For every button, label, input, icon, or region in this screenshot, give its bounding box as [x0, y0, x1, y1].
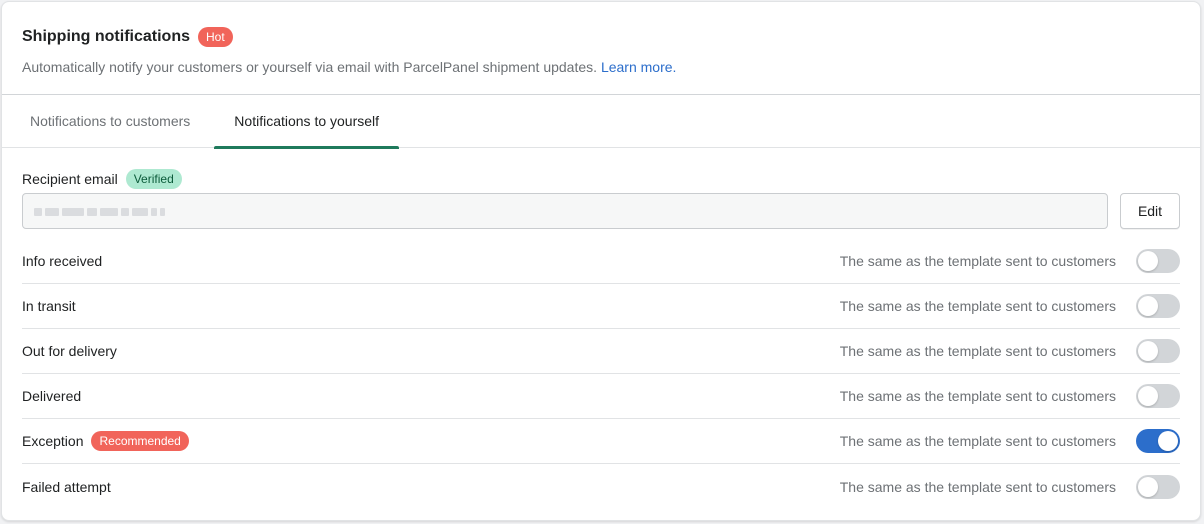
- recipient-email-field[interactable]: [22, 193, 1108, 229]
- tab-content: Recipient email Verified Edit Info recei…: [2, 148, 1200, 509]
- template-note: The same as the template sent to custome…: [839, 253, 1116, 269]
- notification-type-label: Exception: [22, 433, 84, 449]
- notification-tabs: Notifications to customers Notifications…: [2, 95, 1200, 149]
- notification-row: Out for delivery The same as the template…: [22, 329, 1180, 374]
- notification-row: Info received The same as the template se…: [22, 239, 1180, 284]
- toggle-knob: [1138, 476, 1158, 497]
- learn-more-link[interactable]: Learn more.: [601, 59, 676, 75]
- verified-badge: Verified: [125, 169, 182, 189]
- notification-row: Delivered The same as the template sent t…: [22, 374, 1180, 419]
- notification-row: Failed attempt The same as the template s…: [22, 464, 1180, 509]
- notification-row: In transit The same as the template sent …: [22, 284, 1180, 329]
- tab-notifications-to-customers[interactable]: Notifications to customers: [10, 95, 214, 148]
- recipient-email-label: Recipient email: [22, 171, 118, 187]
- notification-row-label-wrap: Failed attempt: [22, 479, 111, 495]
- redacted-email-blur: [34, 204, 184, 220]
- notification-toggle[interactable]: [1136, 474, 1180, 499]
- toggle-knob: [1138, 386, 1158, 406]
- notification-row-label-wrap: Delivered: [22, 388, 81, 404]
- notification-type-label: Delivered: [22, 388, 82, 404]
- notification-toggle[interactable]: [1136, 339, 1180, 363]
- template-note: The same as the template sent to custome…: [839, 343, 1116, 359]
- toggle-knob: [1138, 251, 1158, 271]
- toggle-knob: [1138, 341, 1158, 361]
- notification-row: Exception Recommended The same as the temp…: [22, 419, 1180, 464]
- card-description: Automatically notify your customers or y…: [22, 57, 1180, 77]
- notification-row-label-wrap: In transit: [22, 298, 76, 314]
- notification-toggle[interactable]: [1136, 429, 1180, 453]
- tab-notifications-to-yourself[interactable]: Notifications to yourself: [214, 95, 399, 149]
- card-title: Shipping notifications: [22, 28, 190, 45]
- recipient-label-row: Recipient email Verified: [22, 168, 1180, 190]
- notification-toggle[interactable]: [1136, 294, 1180, 318]
- notification-toggle[interactable]: [1136, 384, 1180, 408]
- toggle-knob: [1158, 431, 1178, 451]
- email-row: Edit: [22, 193, 1180, 229]
- notification-row-label-wrap: Info received: [22, 253, 102, 269]
- template-note: The same as the template sent to custome…: [839, 478, 1116, 495]
- shipping-notifications-card: Shipping notifications Hot Automatically…: [1, 1, 1201, 521]
- template-note: The same as the template sent to custome…: [839, 298, 1116, 314]
- title-row: Shipping notifications Hot: [22, 26, 1180, 48]
- hot-badge: Hot: [197, 27, 233, 47]
- notification-type-label: Out for delivery: [22, 343, 117, 359]
- recommended-badge: Recommended: [91, 431, 189, 451]
- notification-rows: Info received The same as the template se…: [22, 239, 1180, 509]
- toggle-knob: [1138, 296, 1158, 316]
- edit-button[interactable]: Edit: [1120, 193, 1180, 229]
- template-note: The same as the template sent to custome…: [839, 433, 1116, 449]
- card-header: Shipping notifications Hot Automatically…: [2, 2, 1200, 95]
- description-text: Automatically notify your customers or y…: [22, 59, 598, 75]
- template-note: The same as the template sent to custome…: [839, 388, 1116, 404]
- notification-type-label: Failed attempt: [22, 478, 111, 495]
- notification-type-label: Info received: [22, 253, 103, 269]
- notification-row-label-wrap: Exception Recommended: [22, 431, 189, 451]
- notification-type-label: In transit: [22, 298, 76, 314]
- notification-toggle[interactable]: [1136, 249, 1180, 273]
- notification-row-label-wrap: Out for delivery: [22, 343, 117, 359]
